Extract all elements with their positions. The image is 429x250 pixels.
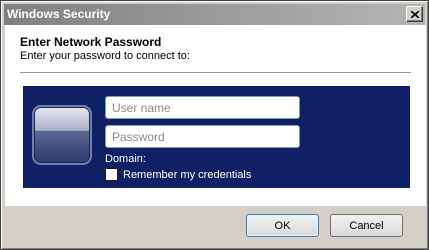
separator bbox=[20, 72, 411, 73]
dialog-heading: Enter Network Password bbox=[20, 35, 162, 49]
cancel-button[interactable]: Cancel bbox=[330, 214, 403, 237]
remember-credentials-option[interactable]: Remember my credentials bbox=[105, 167, 251, 182]
window-title: Windows Security bbox=[7, 7, 111, 21]
domain-label: Domain: bbox=[105, 153, 146, 165]
title-bar[interactable]: Windows Security bbox=[4, 4, 425, 25]
dialog-subheading: Enter your password to connect to: bbox=[20, 50, 190, 62]
windows-security-dialog: Windows Security Enter Network Password … bbox=[0, 0, 429, 250]
remember-checkbox[interactable] bbox=[105, 168, 118, 181]
close-icon bbox=[410, 10, 419, 18]
content-pane: Enter Network Password Enter your passwo… bbox=[5, 25, 426, 206]
credential-panel: Domain: Remember my credentials bbox=[23, 86, 410, 188]
close-button[interactable] bbox=[406, 6, 423, 22]
ok-button[interactable]: OK bbox=[246, 214, 319, 237]
remember-label[interactable]: Remember my credentials bbox=[123, 169, 251, 181]
user-tile-icon bbox=[32, 105, 92, 165]
username-field[interactable] bbox=[105, 96, 300, 119]
password-field[interactable] bbox=[105, 125, 300, 148]
